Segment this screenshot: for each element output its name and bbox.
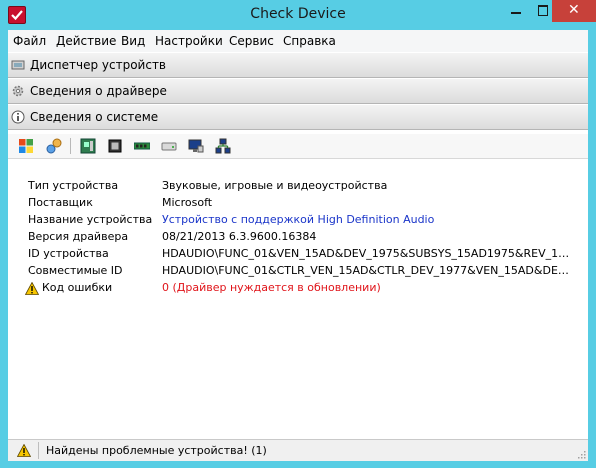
property-row[interactable]: Тип устройства Звуковые, игровые и видео… xyxy=(8,178,588,195)
property-value: Microsoft xyxy=(162,196,213,209)
status-separator xyxy=(38,442,39,459)
components-icon[interactable] xyxy=(46,138,62,154)
windows-logo-icon[interactable] xyxy=(18,138,34,154)
toolbar-separator xyxy=(70,138,71,154)
panel-driver-info[interactable]: Сведения о драйвере xyxy=(8,78,588,104)
property-key: Код ошибки xyxy=(42,281,113,294)
panel-label: Сведения о системе xyxy=(30,110,159,124)
menu-settings[interactable]: Настройки xyxy=(155,34,223,48)
property-key: Тип устройства xyxy=(28,179,119,192)
status-text: Найдены проблемные устройства! (1) xyxy=(46,444,267,457)
property-row[interactable]: ID устройства HDAUDIO\FUNC_01&VEN_15AD&D… xyxy=(8,246,588,263)
motherboard-icon[interactable] xyxy=(80,138,96,154)
panel-label: Сведения о драйвере xyxy=(30,84,167,98)
property-row[interactable]: Код ошибки 0 (Драйвер нуждается в обновл… xyxy=(8,280,588,297)
resize-grip-icon[interactable] xyxy=(576,449,586,459)
property-key: Название устройства xyxy=(28,213,153,226)
warning-icon xyxy=(25,282,39,295)
device-manager-icon xyxy=(11,60,25,70)
property-row[interactable]: Поставщик Microsoft xyxy=(8,195,588,212)
driver-gear-icon xyxy=(12,85,24,97)
menu-help[interactable]: Справка xyxy=(283,34,336,48)
status-bar: Найдены проблемные устройства! (1) xyxy=(8,439,588,461)
property-value: HDAUDIO\FUNC_01&VEN_15AD&DEV_1975&SUBSYS… xyxy=(162,247,576,260)
close-button[interactable]: ✕ xyxy=(552,0,596,22)
property-row[interactable]: Название устройства Устройство с поддерж… xyxy=(8,212,588,229)
panel-device-manager[interactable]: Диспетчер устройств xyxy=(8,52,588,78)
app-window: Check Device ✕ Файл Действие Вид Настрой… xyxy=(0,0,596,468)
display-monitor-icon[interactable] xyxy=(188,138,204,154)
menu-bar: Файл Действие Вид Настройки Сервис Справ… xyxy=(8,30,588,53)
menu-file[interactable]: Файл xyxy=(13,34,46,48)
warning-icon xyxy=(17,444,31,457)
disk-drive-icon[interactable] xyxy=(161,138,177,154)
info-icon xyxy=(11,110,25,124)
property-key: ID устройства xyxy=(28,247,109,260)
minimize-button[interactable] xyxy=(502,0,530,22)
property-key: Совместимые ID xyxy=(28,264,123,277)
property-value: Звуковые, игровые и видеоустройства xyxy=(162,179,388,192)
property-row[interactable]: Версия драйвера 08/21/2013 6.3.9600.1638… xyxy=(8,229,588,246)
device-name-link[interactable]: Устройство с поддержкой High Definition … xyxy=(162,213,576,226)
error-code-value: 0 (Драйвер нуждается в обновлении) xyxy=(162,281,381,294)
panel-label: Диспетчер устройств xyxy=(30,58,167,72)
memory-icon[interactable] xyxy=(134,138,150,154)
property-key: Версия драйвера xyxy=(28,230,129,243)
property-row[interactable]: Совместимые ID HDAUDIO\FUNC_01&CTLR_VEN_… xyxy=(8,263,588,280)
property-key: Поставщик xyxy=(28,196,93,209)
property-value: HDAUDIO\FUNC_01&CTLR_VEN_15AD&CTLR_DEV_1… xyxy=(162,264,576,277)
title-bar[interactable]: Check Device ✕ xyxy=(0,0,596,30)
menu-action[interactable]: Действие xyxy=(56,34,116,48)
toolbar xyxy=(8,134,588,159)
close-icon: ✕ xyxy=(568,2,580,18)
menu-service[interactable]: Сервис xyxy=(229,34,274,48)
network-icon[interactable] xyxy=(215,138,231,154)
property-value: 08/21/2013 6.3.9600.16384 xyxy=(162,230,317,243)
panel-system-info[interactable]: Сведения о системе xyxy=(8,104,588,130)
client-area: Файл Действие Вид Настройки Сервис Справ… xyxy=(8,30,588,461)
cpu-icon[interactable] xyxy=(107,138,123,154)
menu-view[interactable]: Вид xyxy=(121,34,145,48)
